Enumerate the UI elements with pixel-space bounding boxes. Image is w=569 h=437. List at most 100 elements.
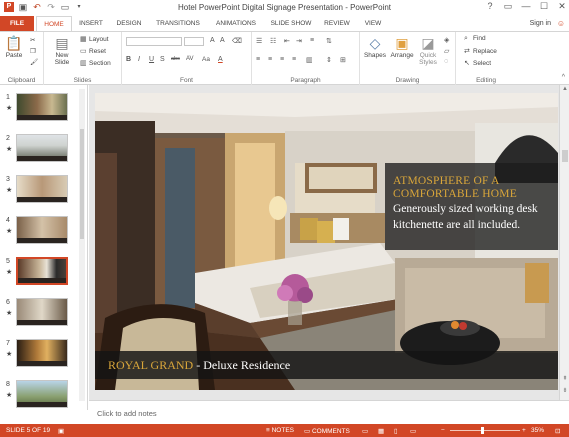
normal-view-icon[interactable]: ▭ — [362, 427, 368, 435]
shrink-font-icon[interactable]: A — [220, 37, 225, 44]
paragraph-group: ☰ ☷ ⇤ ⇥ ≡ ⇅ ≡ ≡ ≡ ≡ ▥ ⇕ ⊞ Paragraph — [252, 32, 360, 86]
char-spacing-button[interactable]: AV — [186, 56, 194, 62]
paste-button[interactable]: 📋 Paste — [2, 35, 26, 59]
prev-slide-icon[interactable]: ⇞ — [560, 375, 569, 382]
shadow-button[interactable]: S — [160, 56, 165, 63]
line-spacing-icon[interactable]: ≡ — [310, 37, 314, 44]
change-case-button[interactable]: Aa — [202, 56, 210, 63]
layout-button[interactable]: ▦ Layout — [80, 35, 109, 43]
underline-button[interactable]: U — [149, 56, 154, 63]
italic-button[interactable]: I — [138, 56, 140, 63]
zoom-slider-knob[interactable] — [481, 427, 484, 434]
slide-thumbnail[interactable]: 6 ★ — [0, 298, 88, 338]
tab-insert[interactable]: INSERT — [74, 16, 108, 31]
slide-thumbnail[interactable]: 4 ★ — [0, 216, 88, 256]
scroll-up-icon[interactable]: ▲ — [560, 86, 569, 92]
tab-transitions[interactable]: TRANSITIONS — [150, 16, 206, 31]
numbering-icon[interactable]: ☷ — [270, 37, 276, 45]
feature-heading-line1: ATMOSPHERE OF A — [393, 175, 500, 187]
columns-icon[interactable]: ▥ — [306, 56, 313, 64]
brand-name: ROYAL GRAND — [108, 358, 194, 372]
align-right-icon[interactable]: ≡ — [280, 56, 284, 63]
font-size-combo[interactable] — [184, 37, 204, 46]
tab-view[interactable]: VIEW — [358, 16, 388, 31]
shape-fill-icon[interactable]: ◈ — [444, 36, 449, 44]
scrollbar-thumb[interactable] — [80, 129, 84, 239]
format-painter-icon[interactable]: 🖌 — [30, 58, 38, 66]
slideshow-view-icon[interactable]: ▭ — [410, 427, 416, 435]
slide-thumbnail[interactable]: 1 ★ — [0, 93, 88, 133]
maximize-button[interactable]: ☐ — [539, 1, 549, 12]
tab-file[interactable]: FILE — [0, 16, 34, 31]
align-left-icon[interactable]: ≡ — [256, 56, 260, 63]
decrease-indent-icon[interactable]: ⇤ — [284, 37, 290, 45]
tab-slide-show[interactable]: SLIDE SHOW — [266, 16, 316, 31]
strikethrough-button[interactable]: abc — [171, 56, 180, 62]
zoom-out-icon[interactable]: − — [441, 427, 445, 434]
help-button[interactable]: ? — [485, 1, 495, 12]
minimize-button[interactable]: — — [521, 1, 531, 12]
increase-indent-icon[interactable]: ⇥ — [296, 37, 302, 45]
text-direction-icon[interactable]: ⇅ — [326, 37, 332, 45]
close-button[interactable]: ✕ — [557, 1, 567, 12]
bullets-icon[interactable]: ☰ — [256, 37, 262, 45]
slide-sorter-icon[interactable]: ▦ — [378, 427, 384, 435]
slide-thumbnail[interactable]: 7 ★ — [0, 339, 88, 379]
ribbon-display-button[interactable]: ▭ — [503, 1, 513, 12]
brand-banner[interactable]: ROYAL GRAND - Deluxe Residence — [95, 351, 558, 379]
editing-group: ⌕ Find ⇄ Replace ↖ Select Editing — [456, 32, 516, 86]
font-name-combo[interactable] — [126, 37, 182, 46]
next-slide-icon[interactable]: ⇟ — [560, 387, 569, 394]
notes-pane[interactable]: Click to add notes — [89, 400, 569, 424]
reading-view-icon[interactable]: ▯ — [394, 427, 398, 435]
scrollbar-thumb[interactable] — [562, 150, 568, 162]
font-color-button[interactable]: A — [218, 56, 223, 63]
shape-effects-icon[interactable]: ◌ — [444, 58, 448, 65]
smartart-icon[interactable]: ⊞ — [340, 56, 346, 64]
section-button[interactable]: ▥ Section — [80, 59, 111, 67]
grow-font-icon[interactable]: A — [210, 37, 215, 44]
arrange-button[interactable]: ▣ Arrange — [388, 35, 416, 59]
clear-formatting-icon[interactable]: ⌫ — [232, 37, 242, 45]
select-button[interactable]: ↖ Select — [464, 59, 491, 67]
sign-in-link[interactable]: Sign in — [530, 16, 551, 31]
shape-outline-icon[interactable]: ▱ — [444, 47, 449, 55]
slide-scrollbar[interactable]: ▲ ⇞ ⇟ — [559, 85, 569, 400]
thumbnail-image — [16, 134, 68, 162]
align-center-icon[interactable]: ≡ — [268, 56, 272, 63]
current-slide[interactable]: ATMOSPHERE OF A COMFORTABLE HOME Generou… — [95, 93, 558, 390]
spell-check-icon[interactable]: ▣ — [58, 427, 64, 435]
align-text-icon[interactable]: ⇕ — [326, 56, 332, 64]
slide-thumbnail-selected[interactable]: 5 ★ — [0, 257, 88, 297]
feedback-smiley-icon[interactable]: ☺ — [557, 19, 565, 28]
tab-home[interactable]: HOME — [36, 16, 72, 31]
find-icon: ⌕ — [464, 35, 468, 42]
collapse-ribbon-icon[interactable]: ^ — [562, 74, 565, 81]
zoom-slider[interactable] — [450, 430, 520, 431]
tab-design[interactable]: DESIGN — [110, 16, 148, 31]
reset-button[interactable]: ▭ Reset — [80, 47, 106, 55]
notes-toggle[interactable]: ≡ NOTES — [266, 427, 294, 434]
fit-slide-icon[interactable]: ⊡ — [555, 427, 560, 435]
zoom-level[interactable]: 35% — [531, 427, 544, 434]
thumbnail-scrollbar[interactable] — [79, 89, 85, 401]
find-button[interactable]: ⌕ Find — [464, 35, 486, 43]
tab-review[interactable]: REVIEW — [318, 16, 356, 31]
zoom-in-icon[interactable]: + — [522, 427, 526, 434]
slide-thumbnail[interactable]: 3 ★ — [0, 175, 88, 215]
tab-animations[interactable]: ANIMATIONS — [208, 16, 264, 31]
justify-icon[interactable]: ≡ — [292, 56, 296, 63]
shapes-button[interactable]: ◇ Shapes — [362, 35, 388, 59]
section-icon: ▥ — [80, 60, 87, 67]
bold-button[interactable]: B — [126, 56, 131, 63]
thumbnail-image — [16, 93, 68, 121]
comments-toggle[interactable]: ▭ COMMENTS — [304, 427, 350, 435]
replace-button[interactable]: ⇄ Replace — [464, 47, 497, 55]
copy-icon[interactable]: ❐ — [30, 47, 36, 55]
slide-thumbnail[interactable]: 2 ★ — [0, 134, 88, 174]
new-slide-button[interactable]: ▤ New Slide — [48, 35, 76, 66]
slide-thumbnail[interactable]: 8 ★ — [0, 380, 88, 420]
quick-styles-button[interactable]: ◪ Quick Styles — [414, 35, 442, 66]
cut-icon[interactable]: ✂ — [30, 36, 35, 44]
feature-textbox[interactable]: ATMOSPHERE OF A COMFORTABLE HOME Generou… — [385, 163, 558, 250]
